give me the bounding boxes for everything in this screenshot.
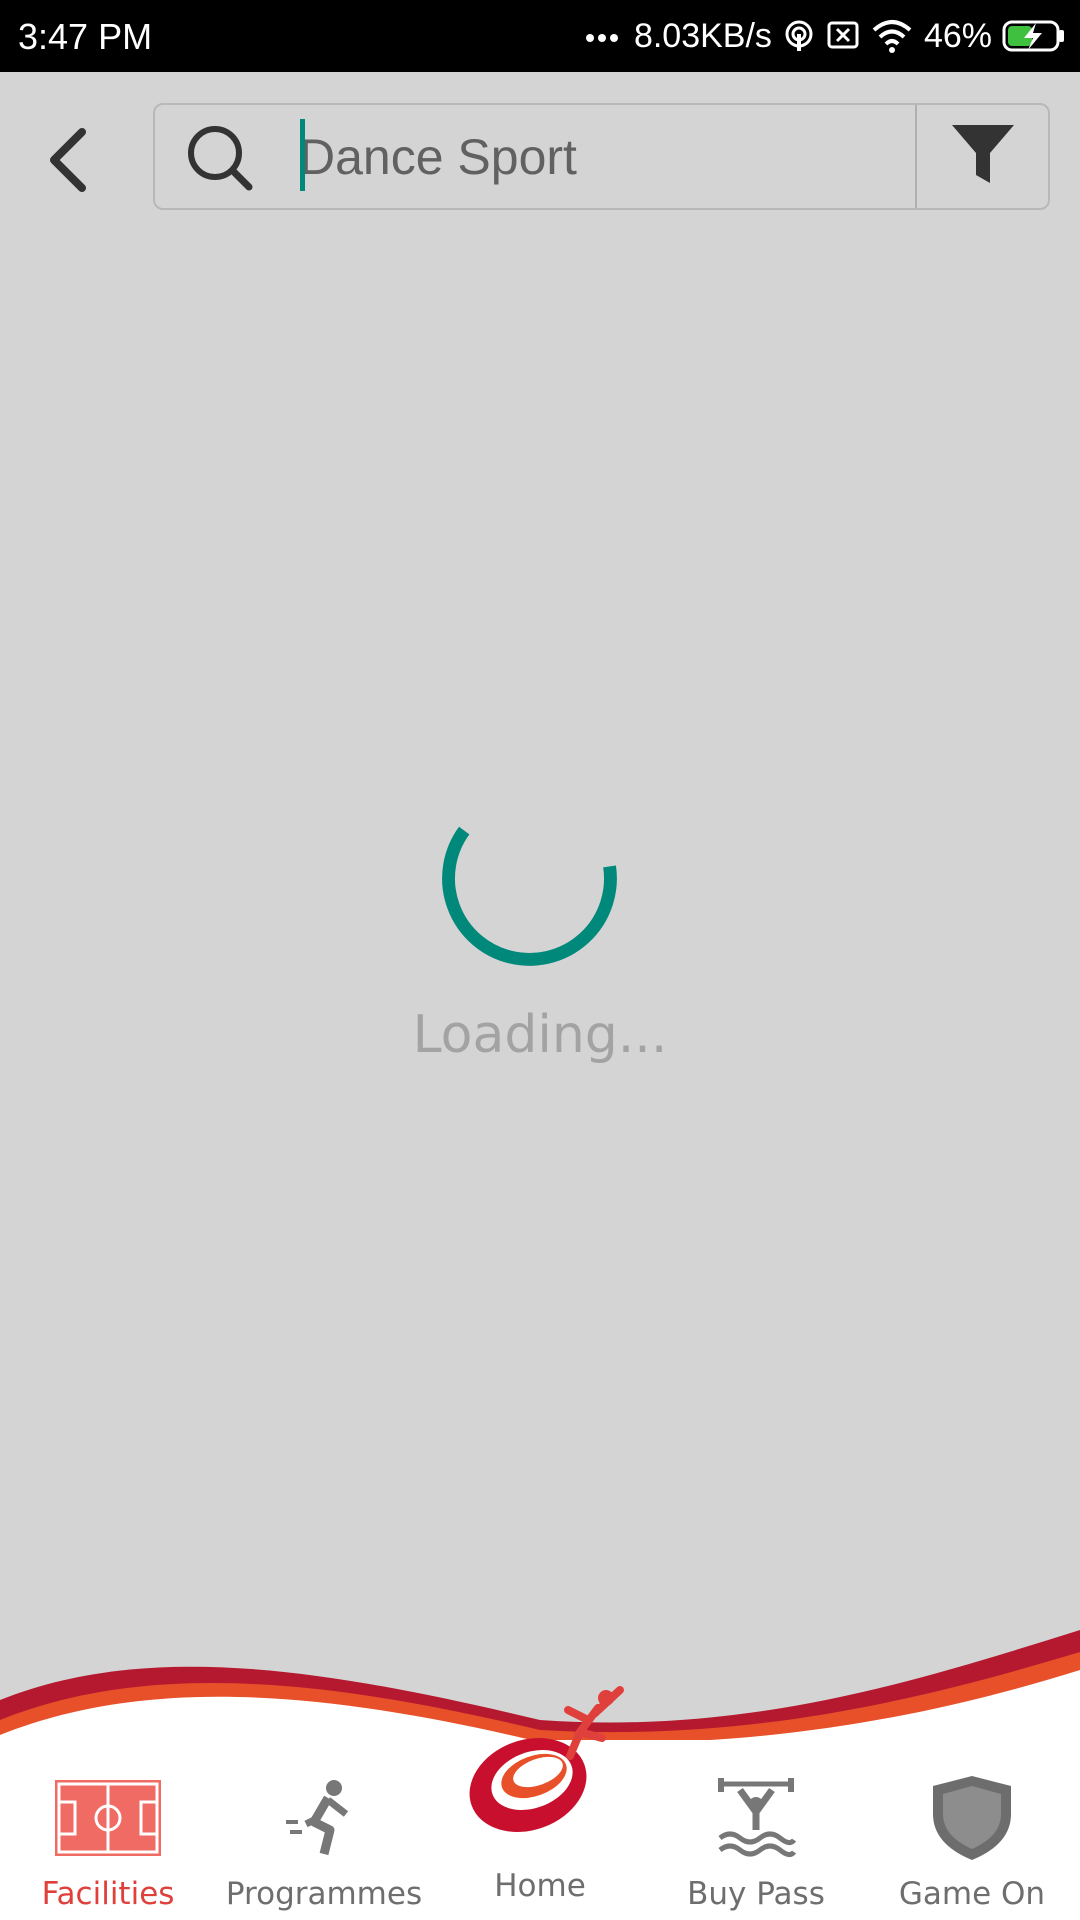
more-dots-icon (584, 26, 624, 46)
back-button[interactable] (20, 112, 120, 212)
field-icon (0, 1768, 216, 1868)
search-icon (185, 123, 255, 193)
status-time: 3:47 PM (18, 16, 153, 57)
nav-label-programmes: Programmes (225, 1876, 423, 1912)
nav-item-buy-pass[interactable]: Buy Pass (648, 1740, 864, 1920)
runner-icon (216, 1768, 432, 1868)
nav-item-programmes[interactable]: Programmes (216, 1740, 432, 1920)
search-input[interactable] (299, 119, 899, 195)
filter-button[interactable] (917, 105, 1048, 208)
nav-label-game-on: Game On (898, 1876, 1046, 1912)
battery-charging-icon (1002, 19, 1066, 53)
search-box (153, 103, 1050, 210)
nav-label-facilities: Facilities (41, 1876, 175, 1912)
loading-text: Loading... (412, 1005, 668, 1065)
shield-icon (864, 1768, 1080, 1868)
text-caret (300, 119, 305, 191)
swimming-icon (648, 1768, 864, 1868)
home-logo-icon[interactable] (448, 1680, 638, 1850)
status-bar: 3:47 PM 8.03KB/s 46% (0, 0, 1080, 72)
search-header (0, 72, 1080, 240)
loading-indicator: Loading... (0, 800, 1080, 1080)
filter-icon (950, 121, 1016, 192)
nav-item-facilities[interactable]: Facilities (0, 1740, 216, 1920)
loading-spinner-icon (440, 800, 640, 1000)
nav-label-buy-pass: Buy Pass (687, 1876, 825, 1912)
status-right: 8.03KB/s 46% (584, 14, 1066, 58)
back-arrow-icon (40, 120, 100, 205)
nav-label-home: Home (494, 1868, 586, 1904)
nav-item-game-on[interactable]: Game On (864, 1740, 1080, 1920)
network-speed: 8.03KB/s (633, 16, 772, 55)
battery-percent: 46% (923, 16, 992, 55)
wifi-icon (870, 18, 914, 54)
hotspot-icon (782, 19, 816, 53)
sim-off-icon (826, 19, 860, 53)
